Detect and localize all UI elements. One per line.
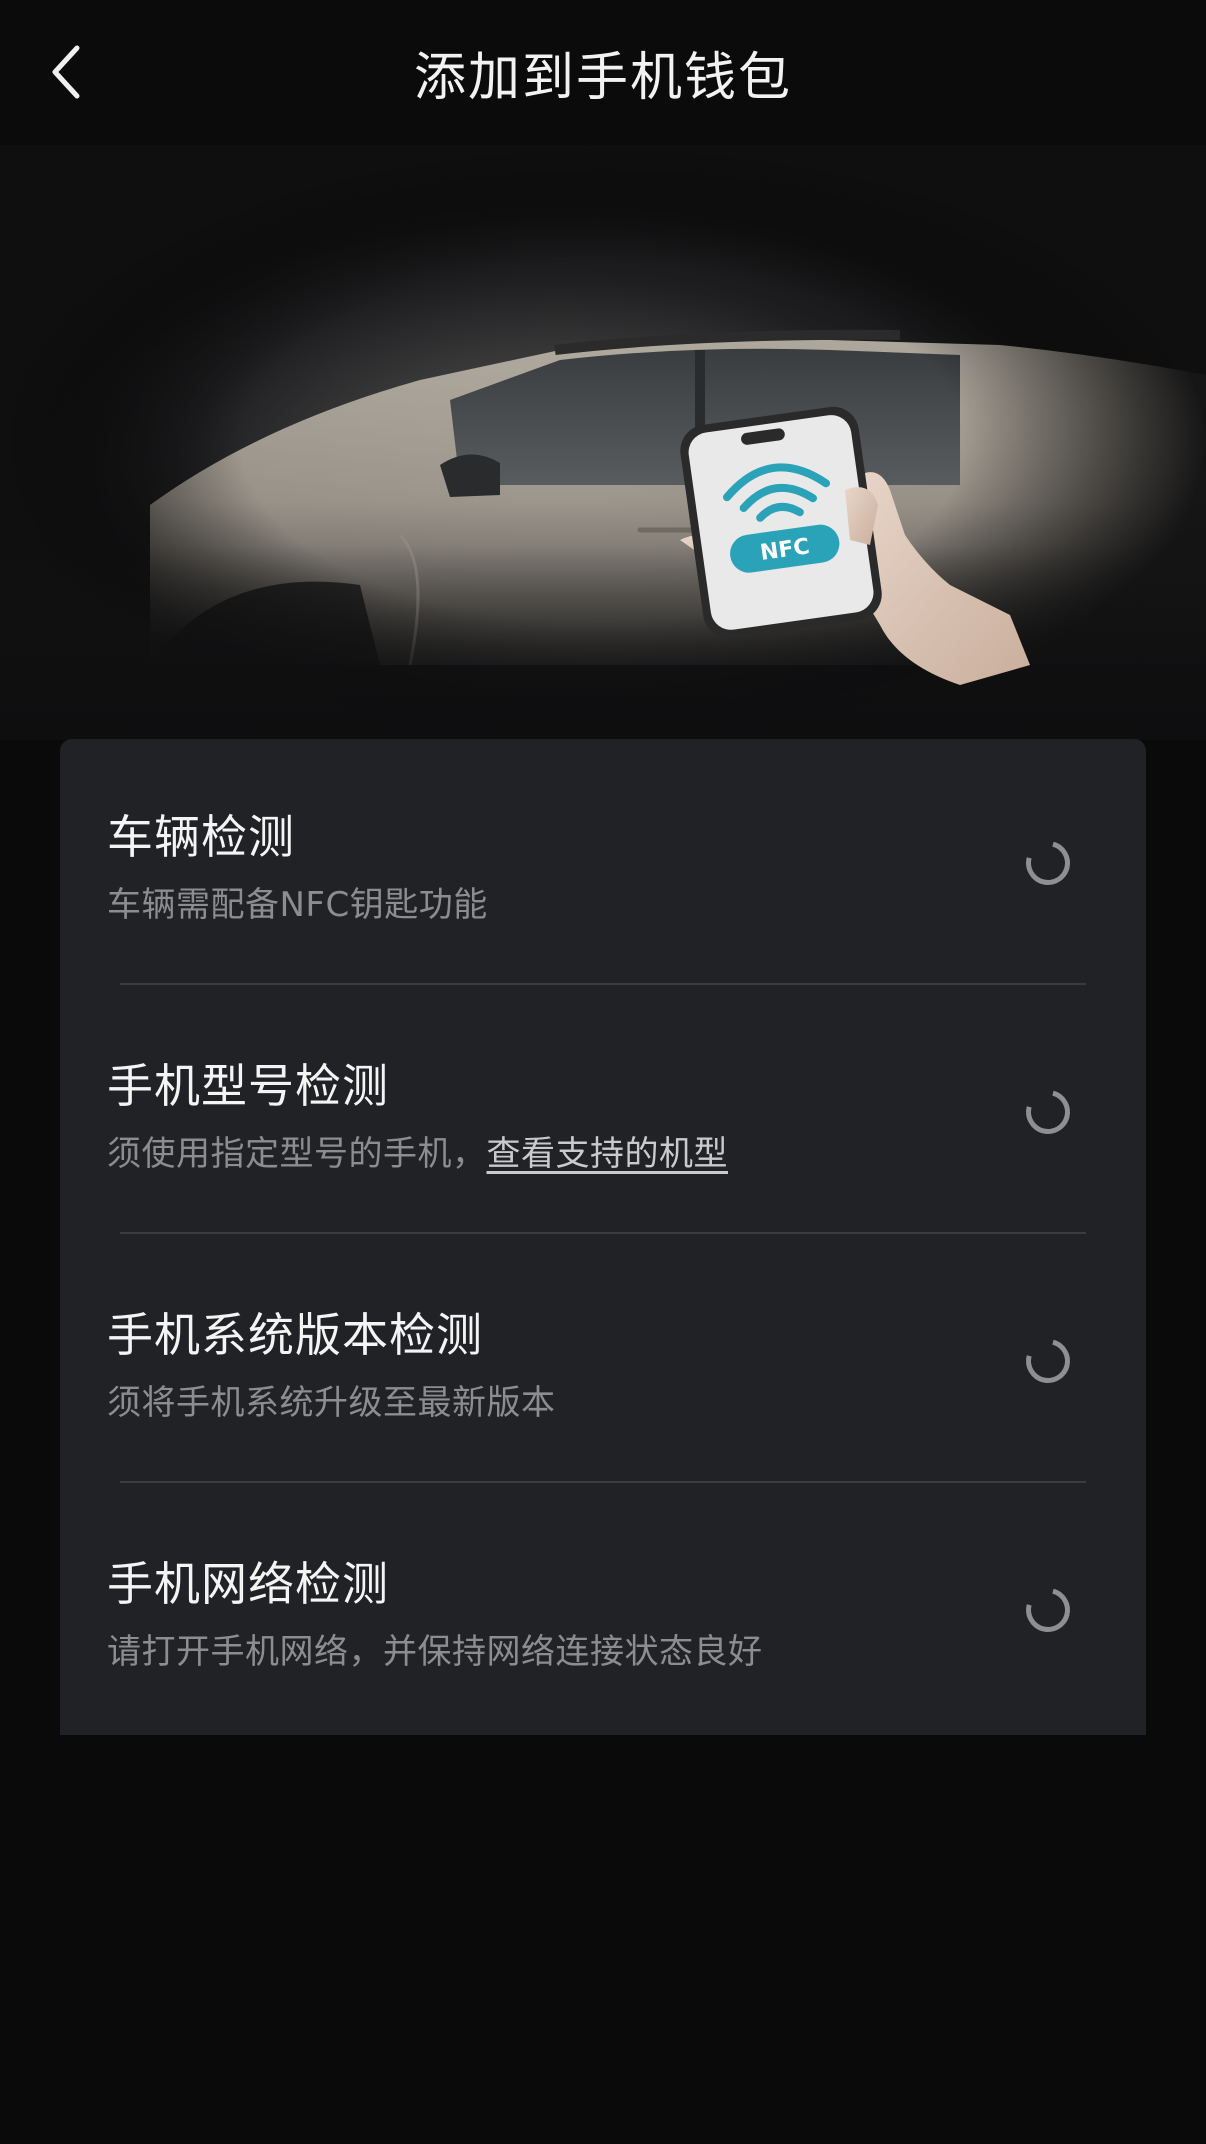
check-item-os-version: 手机系统版本检测 须将手机系统升级至最新版本 — [60, 1237, 1146, 1486]
check-title: 手机系统版本检测 — [107, 1308, 483, 1362]
supported-models-link[interactable]: 查看支持的机型 — [487, 1134, 729, 1174]
divider — [120, 1481, 1086, 1483]
check-title: 手机型号检测 — [107, 1059, 389, 1113]
check-item-network: 手机网络检测 请打开手机网络，并保持网络连接状态良好 — [60, 1486, 1146, 1735]
check-title: 车辆检测 — [107, 810, 295, 864]
loading-spinner-icon — [1017, 1330, 1079, 1392]
car-nfc-illustration: NFC — [0, 145, 1206, 740]
divider — [120, 1232, 1086, 1234]
divider — [120, 983, 1086, 985]
back-button[interactable] — [36, 36, 96, 108]
chevron-left-icon — [52, 45, 80, 99]
check-item-vehicle: 车辆检测 车辆需配备NFC钥匙功能 — [60, 739, 1146, 988]
top-bar: 添加到手机钱包 — [0, 0, 1206, 145]
check-list-card: 车辆检测 车辆需配备NFC钥匙功能 手机型号检测 须使用指定型号的手机，查看支持… — [60, 739, 1146, 1735]
check-desc-text: 须使用指定型号的手机， — [107, 1134, 487, 1174]
loading-spinner-icon — [1017, 1579, 1079, 1641]
page-title: 添加到手机钱包 — [413, 48, 792, 108]
hero-illustration: NFC — [0, 145, 1206, 740]
check-title: 手机网络检测 — [107, 1557, 389, 1611]
wallet-add-page: 添加到手机钱包 NFC 车辆检测 车辆需配备NFC钥匙功能 手机型号检测 须使用… — [0, 0, 1206, 2144]
check-item-phone-model: 手机型号检测 须使用指定型号的手机，查看支持的机型 — [60, 988, 1146, 1237]
check-desc: 须将手机系统升级至最新版本 — [107, 1383, 556, 1423]
check-desc: 请打开手机网络，并保持网络连接状态良好 — [107, 1632, 763, 1672]
loading-spinner-icon — [1017, 832, 1079, 894]
check-desc: 车辆需配备NFC钥匙功能 — [107, 885, 488, 925]
loading-spinner-icon — [1017, 1081, 1079, 1143]
check-desc: 须使用指定型号的手机，查看支持的机型 — [107, 1126, 728, 1175]
